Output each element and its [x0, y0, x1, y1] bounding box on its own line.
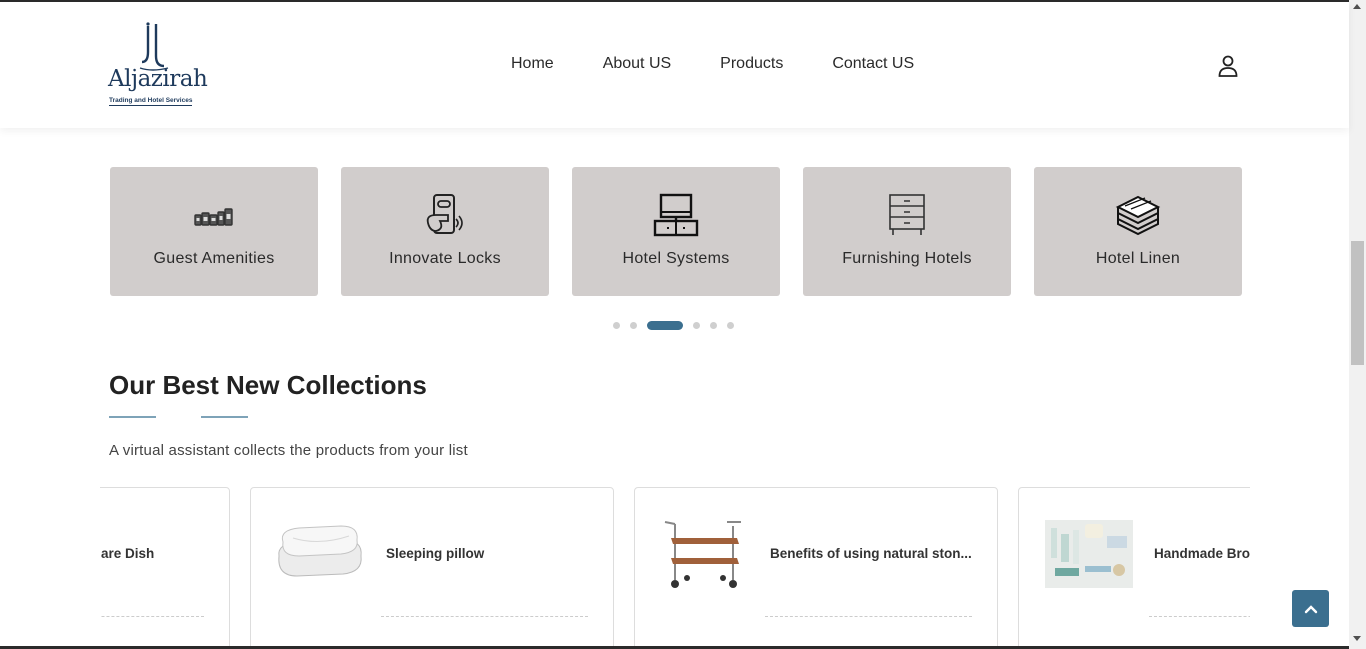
nav-products[interactable]: Products [720, 55, 783, 73]
product-card[interactable]: Sleeping pillow [250, 487, 614, 649]
carousel-dot[interactable] [630, 322, 637, 329]
category-label: Innovate Locks [389, 250, 501, 267]
category-label: Guest Amenities [153, 250, 275, 267]
scroll-up-arrow-icon[interactable] [1353, 4, 1361, 9]
section-subtitle: A virtual assistant collects the product… [109, 442, 468, 459]
category-card-hotel-linen[interactable]: Hotel Linen [1034, 167, 1242, 296]
category-card-hotel-systems[interactable]: Hotel Systems [572, 167, 780, 296]
carousel-dot[interactable] [710, 322, 717, 329]
brand-tagline: Trading and Hotel Services [109, 97, 193, 106]
amenities-set-image [1045, 520, 1133, 588]
carousel-pagination [613, 321, 744, 330]
page-scrollbar[interactable] [1349, 0, 1366, 649]
service-trolley-image [664, 521, 741, 588]
product-card[interactable]: Handmade Bro [1018, 487, 1250, 649]
product-divider [100, 616, 204, 617]
nav-about-us[interactable]: About US [603, 55, 671, 73]
product-card[interactable]: Benefits of using natural ston... [634, 487, 998, 649]
brand-logo[interactable]: Aljazirah Trading and Hotel Services [108, 22, 208, 108]
product-divider [1149, 616, 1250, 617]
category-label: Hotel Systems [622, 250, 730, 267]
carousel-dot[interactable] [693, 322, 700, 329]
product-divider [381, 616, 588, 617]
title-underline-right [201, 416, 248, 418]
scroll-down-arrow-icon[interactable] [1353, 636, 1361, 641]
site-header: Aljazirah Trading and Hotel Services Hom… [0, 2, 1349, 128]
nav-home[interactable]: Home [511, 55, 554, 73]
section-title: Our Best New Collections [109, 370, 427, 400]
product-name[interactable]: Handmade Bro [1154, 546, 1250, 561]
computer-desk-icon [653, 193, 699, 237]
amenities-bottles-icon [194, 208, 233, 226]
product-card[interactable]: are Dish [100, 487, 230, 649]
category-card-guest-amenities[interactable]: Guest Amenities [110, 167, 318, 296]
keycard-lock-icon [426, 194, 463, 234]
nav-contact-us[interactable]: Contact US [832, 55, 914, 73]
product-name[interactable]: Sleeping pillow [386, 546, 591, 561]
scrollbar-thumb[interactable] [1351, 241, 1364, 365]
pillow-image [278, 525, 362, 577]
carousel-dot[interactable] [727, 322, 734, 329]
logo-mark-icon [139, 22, 169, 71]
product-name[interactable]: Benefits of using natural ston... [770, 546, 975, 561]
chevron-up-icon [1304, 604, 1317, 613]
user-account-icon[interactable] [1216, 54, 1240, 78]
category-card-innovate-locks[interactable]: Innovate Locks [341, 167, 549, 296]
back-to-top-button[interactable] [1292, 590, 1329, 627]
main-nav: Home About US Products Contact US [511, 55, 963, 73]
dresser-icon [889, 194, 925, 235]
category-label: Furnishing Hotels [842, 250, 972, 267]
carousel-dot-active[interactable] [647, 321, 683, 330]
carousel-dot[interactable] [613, 322, 620, 329]
category-card-furnishing-hotels[interactable]: Furnishing Hotels [803, 167, 1011, 296]
title-underline-left [109, 416, 156, 418]
folded-linen-icon [1115, 195, 1161, 236]
product-carousel: are Dish Sleeping pillow Benefits of usi… [100, 487, 1250, 649]
brand-wordmark: Aljazirah [108, 66, 208, 92]
product-divider [765, 616, 972, 617]
category-label: Hotel Linen [1095, 250, 1181, 267]
